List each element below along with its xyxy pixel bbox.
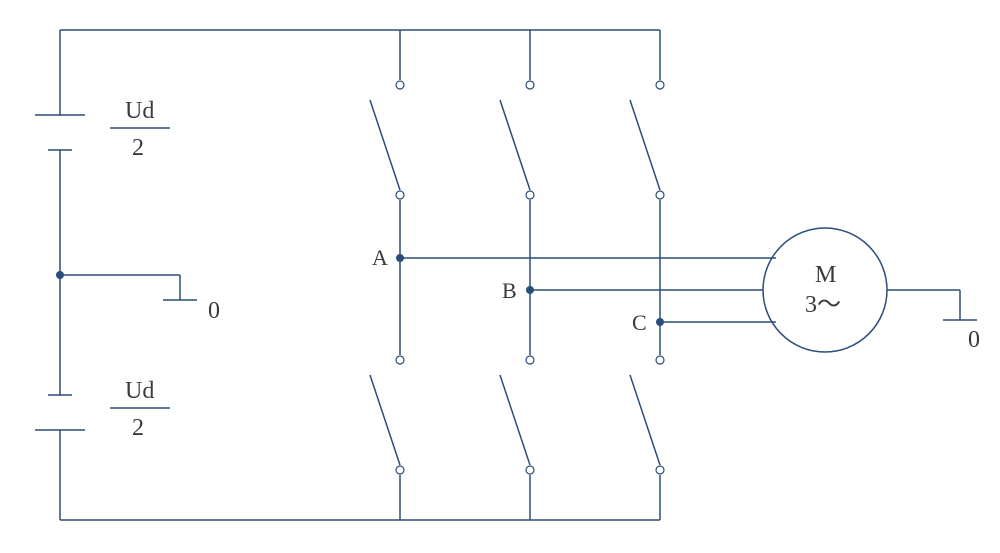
- switch-c-lower-arm: [630, 375, 660, 465]
- switch-b-lower-bot-terminal: [526, 466, 534, 474]
- cap-bot-denominator: 2: [132, 415, 144, 441]
- ground-left-label: 0: [208, 298, 220, 324]
- switch-a-lower-bot-terminal: [396, 466, 404, 474]
- switch-b-upper-top-terminal: [526, 81, 534, 89]
- cap-top-numerator: Ud: [125, 98, 154, 124]
- cap-bot-numerator: Ud: [125, 378, 154, 404]
- motor-label-m: M: [815, 262, 836, 288]
- switch-b-upper-bot-terminal: [526, 191, 534, 199]
- ground-right: 0: [887, 290, 980, 353]
- ground-right-label: 0: [968, 327, 980, 353]
- capacitor-bottom: Ud 2: [35, 378, 170, 441]
- switch-c-upper-bot-terminal: [656, 191, 664, 199]
- phase-wires: [400, 258, 776, 322]
- switch-b-upper-arm: [500, 100, 530, 190]
- switch-c-lower-bot-terminal: [656, 466, 664, 474]
- switch-b-lower-arm: [500, 375, 530, 465]
- inverter-leg-a: [370, 30, 404, 520]
- switch-a-lower-arm: [370, 375, 400, 465]
- phase-label-a: A: [372, 245, 388, 270]
- motor: M 3～: [763, 228, 887, 352]
- inverter-leg-c: [630, 30, 664, 520]
- inverter-leg-b: [500, 30, 534, 520]
- switch-a-lower-top-terminal: [396, 356, 404, 364]
- ground-left: 0: [60, 275, 220, 324]
- capacitor-top: Ud 2: [35, 98, 170, 161]
- switch-b-lower-top-terminal: [526, 356, 534, 364]
- switch-c-upper-arm: [630, 100, 660, 190]
- phase-label-b: B: [502, 278, 517, 303]
- cap-top-denominator: 2: [132, 135, 144, 161]
- switch-c-lower-top-terminal: [656, 356, 664, 364]
- motor-label-phase: 3～: [805, 292, 841, 318]
- phase-label-c: C: [632, 310, 647, 335]
- switch-c-upper-top-terminal: [656, 81, 664, 89]
- switch-a-upper-arm: [370, 100, 400, 190]
- switch-a-upper-bot-terminal: [396, 191, 404, 199]
- switch-a-upper-top-terminal: [396, 81, 404, 89]
